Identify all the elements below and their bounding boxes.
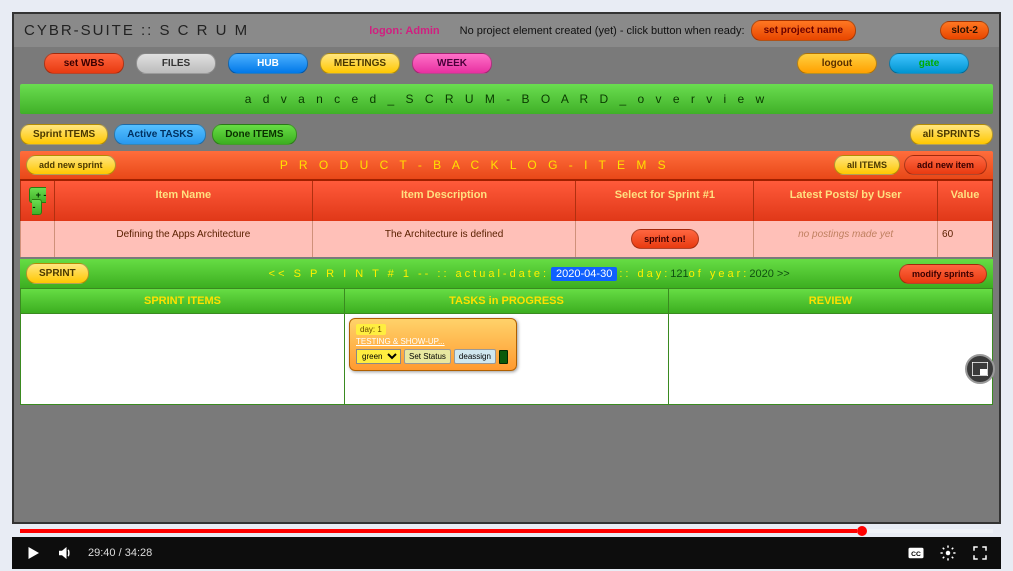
sprint-ofyear: of year:: [689, 268, 750, 280]
svg-text:CC: CC: [911, 551, 921, 558]
col-sprint-items: SPRINT ITEMS: [21, 289, 345, 404]
board-columns: SPRINT ITEMS TASKS in PROGRESS day: 1 TE…: [20, 288, 993, 405]
progress-played: [20, 529, 857, 533]
col-review: REVIEW: [669, 289, 992, 404]
col-header-posts: Latest Posts/ by User: [753, 181, 937, 221]
task-status-select[interactable]: green: [356, 349, 401, 364]
files-button[interactable]: FILES: [136, 53, 216, 74]
video-progress-bar[interactable]: [20, 529, 993, 533]
week-button[interactable]: WEEK: [412, 53, 492, 74]
sprint-date: 2020-04-30: [551, 267, 617, 281]
backlog-header: add new sprint P R O D U C T - B A C K L…: [20, 151, 993, 179]
cell-name: Defining the Apps Architecture: [54, 221, 312, 257]
sprint-day: 121: [670, 268, 688, 280]
logout-button[interactable]: logout: [797, 53, 877, 74]
app-frame: CYBR-SUITE :: S C R U M logon: Admin No …: [12, 12, 1001, 524]
col-tasks-progress: TASKS in PROGRESS day: 1 TESTING & SHOW-…: [345, 289, 669, 404]
tab-active-tasks[interactable]: Active TASKS: [114, 124, 206, 145]
progress-knob[interactable]: [857, 526, 867, 536]
login-label: logon: Admin: [369, 25, 439, 37]
picture-in-picture-icon[interactable]: [965, 354, 995, 384]
modify-sprints-button[interactable]: modify sprints: [899, 264, 987, 284]
col-head-review: REVIEW: [669, 289, 992, 314]
status-led-icon: [499, 350, 508, 364]
fullscreen-icon[interactable]: [971, 544, 989, 562]
add-new-item-button[interactable]: add new item: [904, 155, 987, 175]
all-items-button[interactable]: all ITEMS: [834, 155, 900, 175]
col-head-tasks-progress: TASKS in PROGRESS: [345, 289, 668, 314]
add-new-sprint-button[interactable]: add new sprint: [26, 155, 116, 175]
sprint-day-label: :: day:: [619, 268, 670, 280]
tab-row: Sprint ITEMS Active TASKS Done ITEMS all…: [14, 118, 999, 151]
settings-icon[interactable]: [939, 544, 957, 562]
expand-toggle[interactable]: + --: [29, 187, 47, 215]
sprint-year: 2020 >>: [749, 268, 789, 280]
sprint-label: << S P R I N T # 1 -- :: actual-date:: [269, 268, 549, 280]
backlog-title: P R O D U C T - B A C K L O G - I T E M …: [116, 158, 834, 172]
all-sprints-button[interactable]: all SPRINTS: [910, 124, 993, 145]
app-header: CYBR-SUITE :: S C R U M logon: Admin No …: [14, 14, 999, 47]
table-row: Defining the Apps Architecture The Archi…: [20, 221, 993, 257]
gate-button[interactable]: gate: [889, 53, 969, 74]
tab-done-items[interactable]: Done ITEMS: [212, 124, 296, 145]
cell-value: 60: [937, 221, 993, 257]
set-wbs-button[interactable]: set WBS: [44, 53, 124, 74]
sprint-button[interactable]: SPRINT: [26, 263, 89, 284]
sprint-on-button[interactable]: sprint on!: [631, 229, 699, 249]
video-controls: 29:40 / 34:28 CC: [12, 537, 1001, 569]
col-header-select: Select for Sprint #1: [575, 181, 753, 221]
captions-icon[interactable]: CC: [907, 544, 925, 562]
video-time: 29:40 / 34:28: [88, 547, 152, 559]
set-project-name-button[interactable]: set project name: [751, 20, 856, 41]
hub-button[interactable]: HUB: [228, 53, 308, 74]
set-status-button[interactable]: Set Status: [404, 349, 451, 364]
play-icon[interactable]: [24, 544, 42, 562]
volume-icon[interactable]: [56, 544, 74, 562]
app-title: CYBR-SUITE :: S C R U M: [24, 22, 249, 39]
backlog-table: + -- Item Name Item Description Select f…: [20, 179, 993, 257]
meetings-button[interactable]: MEETINGS: [320, 53, 400, 74]
col-header-desc: Item Description: [312, 181, 576, 221]
col-header-value: Value: [937, 181, 993, 221]
task-day-badge: day: 1: [356, 324, 386, 335]
slot-button[interactable]: slot-2: [940, 21, 989, 40]
task-card[interactable]: day: 1 TESTING & SHOW-UP... green Set St…: [349, 318, 517, 371]
board-title: a d v a n c e d _ S C R U M - B O A R D …: [20, 84, 993, 114]
cell-posts: no postings made yet: [753, 221, 937, 257]
table-header: + -- Item Name Item Description Select f…: [20, 179, 993, 221]
cell-desc: The Architecture is defined: [312, 221, 576, 257]
col-head-sprint-items: SPRINT ITEMS: [21, 289, 344, 314]
tab-sprint-items[interactable]: Sprint ITEMS: [20, 124, 108, 145]
deassign-button[interactable]: deassign: [454, 349, 496, 364]
sprint-bar: SPRINT << S P R I N T # 1 -- :: actual-d…: [20, 259, 993, 288]
task-title: TESTING & SHOW-UP...: [356, 337, 510, 346]
col-header-name: Item Name: [54, 181, 312, 221]
header-message: No project element created (yet) - click…: [460, 25, 745, 37]
top-nav: set WBS FILES HUB MEETINGS WEEK logout g…: [14, 47, 999, 80]
